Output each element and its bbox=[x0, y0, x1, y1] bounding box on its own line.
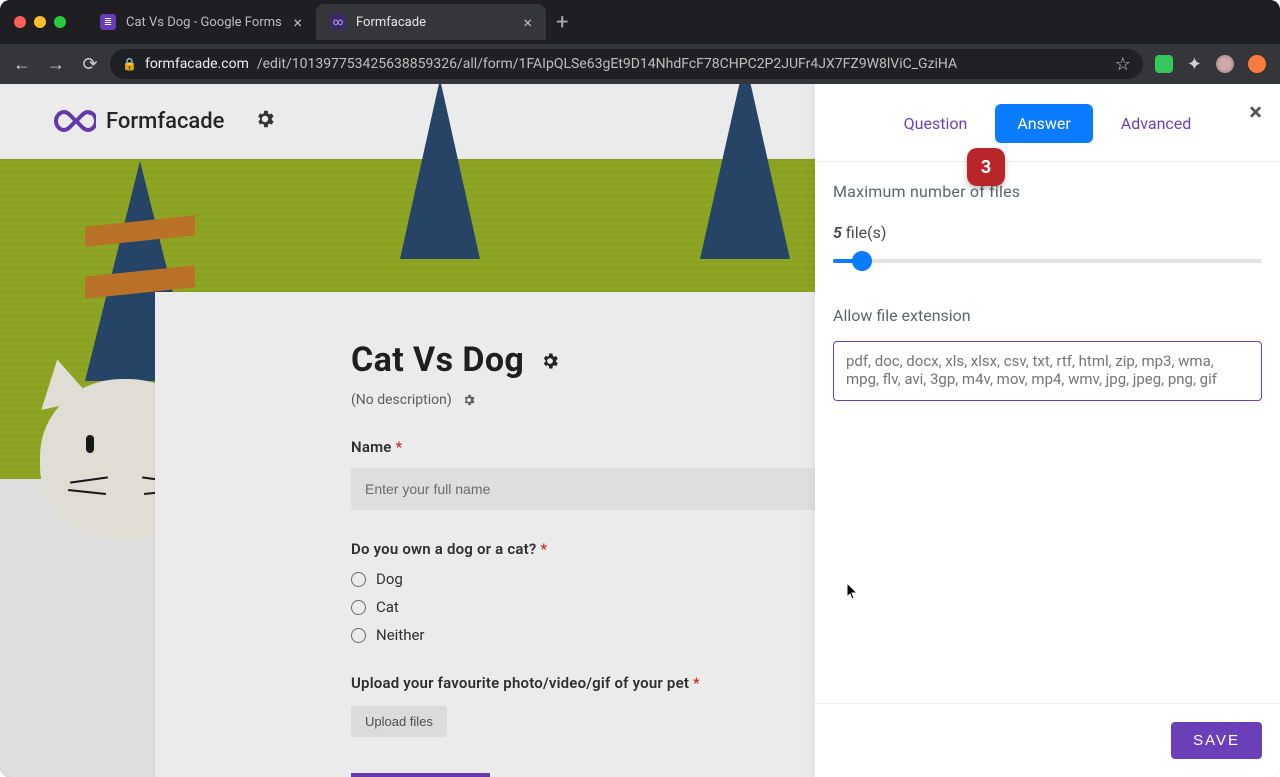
label-text: Do you own a dog or a cat? bbox=[351, 540, 536, 558]
radio-label: Dog bbox=[376, 570, 403, 588]
form-description: (No description) bbox=[351, 392, 452, 408]
browser-window: ≣ Cat Vs Dog - Google Forms × ∞ Formfaca… bbox=[0, 0, 1280, 777]
close-tab-icon[interactable]: × bbox=[293, 13, 302, 32]
maximize-window-icon[interactable] bbox=[54, 16, 66, 28]
panel-body: Maximum number of files 5 file(s) Allow … bbox=[815, 162, 1280, 703]
decor-cone-icon bbox=[400, 84, 480, 259]
titlebar: ≣ Cat Vs Dog - Google Forms × ∞ Formfaca… bbox=[0, 0, 1280, 44]
minimize-window-icon[interactable] bbox=[34, 16, 46, 28]
tab-question[interactable]: Question bbox=[904, 108, 968, 139]
ext-icon[interactable] bbox=[1248, 55, 1266, 73]
avatar-icon[interactable] bbox=[1216, 55, 1234, 73]
ext-icon[interactable] bbox=[1155, 55, 1173, 73]
star-icon[interactable]: ☆ bbox=[1115, 54, 1131, 75]
reload-button[interactable]: ⟳ bbox=[76, 50, 104, 78]
lock-icon: 🔒 bbox=[122, 57, 137, 71]
tab-strip: ≣ Cat Vs Dog - Google Forms × ∞ Formfaca… bbox=[86, 4, 578, 40]
file-count-slider[interactable] bbox=[833, 252, 1262, 270]
panel-footer: SAVE bbox=[815, 703, 1280, 777]
favicon-icon: ≣ bbox=[100, 14, 116, 30]
upload-files-button[interactable]: Upload files bbox=[351, 706, 447, 737]
toolbar: ← → ⟳ 🔒 formfacade.com/edit/101397753425… bbox=[0, 44, 1280, 84]
url-path: /edit/101397753425638859326/all/form/1FA… bbox=[257, 56, 957, 72]
required-asterisk: * bbox=[396, 438, 403, 456]
gear-icon[interactable] bbox=[254, 108, 276, 134]
radio-input[interactable] bbox=[351, 572, 366, 587]
brand-logo[interactable]: Formfacade bbox=[48, 107, 224, 135]
file-count-display: 5 file(s) bbox=[833, 223, 1262, 242]
cursor-icon bbox=[846, 582, 860, 604]
file-extension-label: Allow file extension bbox=[833, 306, 1262, 325]
back-button[interactable]: ← bbox=[8, 50, 36, 78]
file-count-unit: file(s) bbox=[846, 223, 887, 242]
settings-panel: Question Answer Advanced × 3 Maximum num… bbox=[815, 84, 1280, 777]
new-tab-button[interactable]: + bbox=[546, 4, 578, 40]
slider-track bbox=[833, 259, 1262, 263]
tab-formfacade[interactable]: ∞ Formfacade × bbox=[316, 4, 546, 40]
submit-button[interactable]: SUBMIT bbox=[351, 773, 490, 777]
forward-button[interactable]: → bbox=[42, 50, 70, 78]
save-button[interactable]: SAVE bbox=[1171, 722, 1262, 759]
tab-advanced[interactable]: Advanced bbox=[1121, 108, 1192, 139]
tab-title: Formfacade bbox=[356, 15, 426, 30]
slider-thumb[interactable] bbox=[853, 252, 871, 270]
label-text: Name bbox=[351, 438, 392, 456]
radio-label: Cat bbox=[376, 598, 399, 616]
radio-label: Neither bbox=[376, 626, 425, 644]
form-title: Cat Vs Dog bbox=[351, 340, 524, 380]
max-files-label: Maximum number of files bbox=[833, 182, 1262, 201]
window-controls bbox=[14, 16, 66, 28]
file-count-value: 5 bbox=[833, 223, 842, 242]
decor-cone-icon bbox=[700, 84, 790, 259]
close-window-icon[interactable] bbox=[14, 16, 26, 28]
close-tab-icon[interactable]: × bbox=[523, 13, 532, 32]
gear-icon[interactable] bbox=[540, 351, 560, 371]
label-text: Upload your favourite photo/video/gif of… bbox=[351, 674, 689, 692]
panel-tabs: Question Answer Advanced × 3 bbox=[815, 84, 1280, 162]
logo-glyph-icon bbox=[48, 107, 96, 135]
page-viewport: Formfacade Cat Vs Dog bbox=[0, 84, 1280, 777]
radio-input[interactable] bbox=[351, 600, 366, 615]
tab-title: Cat Vs Dog - Google Forms bbox=[126, 15, 282, 30]
extension-icons: ✦ bbox=[1149, 54, 1272, 75]
favicon-icon: ∞ bbox=[330, 14, 346, 30]
tab-answer[interactable]: Answer bbox=[995, 104, 1092, 143]
url-host: formfacade.com bbox=[145, 56, 249, 72]
required-asterisk: * bbox=[693, 674, 700, 692]
radio-input[interactable] bbox=[351, 628, 366, 643]
extensions-icon[interactable]: ✦ bbox=[1187, 54, 1202, 75]
required-asterisk: * bbox=[540, 540, 547, 558]
close-panel-icon[interactable]: × bbox=[1249, 98, 1262, 126]
brand-name: Formfacade bbox=[106, 109, 224, 134]
address-bar[interactable]: 🔒 formfacade.com/edit/101397753425638859… bbox=[110, 49, 1143, 79]
step-badge: 3 bbox=[967, 148, 1005, 186]
tab-google-forms[interactable]: ≣ Cat Vs Dog - Google Forms × bbox=[86, 4, 316, 40]
file-extension-input[interactable] bbox=[833, 341, 1262, 401]
gear-icon[interactable] bbox=[462, 393, 476, 407]
